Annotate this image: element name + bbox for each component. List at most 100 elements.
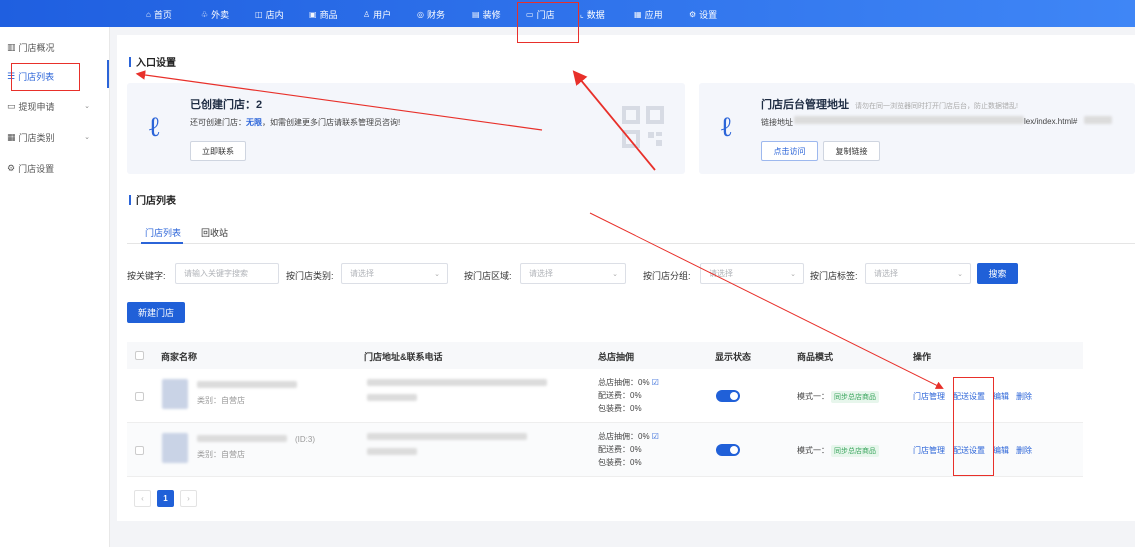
admin-url-card: ℓ 门店后台管理地址 请勿在同一浏览器同时打开门店后台，防止数据错乱! 链接地址 … xyxy=(699,83,1135,174)
nav-takeout[interactable]: ♧ 外卖 xyxy=(201,7,229,21)
store-category: 类别：自营店 xyxy=(197,450,245,459)
select-placeholder: 请选择 xyxy=(529,269,553,278)
nav-label: 用户 xyxy=(373,9,392,20)
annotation-box-delivery-settings xyxy=(953,377,994,476)
goods-mode-label: 模式一： xyxy=(797,446,829,455)
masked-address xyxy=(367,379,547,386)
delivery-fee: 配送费：0% xyxy=(598,445,642,454)
sidebar-item-withdraw[interactable]: ▭ 提现申请 ⌄ xyxy=(7,99,102,113)
gear-icon: ⚙ xyxy=(7,162,16,173)
contact-now-button[interactable]: 立即联系 xyxy=(190,141,246,161)
nav-apps[interactable]: ▦ 应用 xyxy=(634,7,663,21)
delete-link[interactable]: 删除 xyxy=(1016,445,1032,456)
sidebar: ▥ 门店概况 ☰ 门店列表 ▭ 提现申请 ⌄ ▦ 门店类别 ⌄ ⚙ 门店设置 xyxy=(0,27,110,547)
nav-label: 首页 xyxy=(153,9,172,20)
commission-text: 总店抽佣：0% xyxy=(598,432,650,441)
brand-logo-icon: ℓ xyxy=(149,110,160,143)
pager-next-button[interactable]: › xyxy=(180,490,197,507)
pack-fee: 包装费：0% xyxy=(598,404,642,413)
col-merchant-name: 商家名称 xyxy=(161,352,198,362)
pager-page-1[interactable]: 1 xyxy=(157,490,174,507)
pager-prev-button[interactable]: ‹ xyxy=(134,490,151,507)
tag-select[interactable]: 请选择 ⌄ xyxy=(865,263,971,284)
pack-fee: 包装费：0% xyxy=(598,458,642,467)
category-select[interactable]: 请选择 ⌄ xyxy=(341,263,448,284)
commission-value: 总店抽佣：0% ☑ xyxy=(598,377,659,388)
masked-store-name xyxy=(197,381,297,388)
nav-user[interactable]: ♙ 用户 xyxy=(363,7,391,21)
masked-address xyxy=(367,433,527,440)
chevron-down-icon: ⌄ xyxy=(84,103,90,110)
search-button[interactable]: 搜索 xyxy=(977,263,1018,284)
text-highlight: 无限 xyxy=(246,118,262,127)
row-checkbox[interactable] xyxy=(135,392,144,401)
delete-link[interactable]: 删除 xyxy=(1016,391,1032,402)
section-title-text: 入口设置 xyxy=(136,58,176,69)
section-title-text: 门店列表 xyxy=(136,196,176,207)
active-tab-underline xyxy=(141,242,183,244)
masked-phone xyxy=(367,448,417,455)
nav-label: 装修 xyxy=(482,9,501,20)
list-section-title: 门店列表 xyxy=(129,192,176,207)
select-placeholder: 请选择 xyxy=(709,269,733,278)
brand-logo-icon: ℓ xyxy=(721,110,732,143)
display-status-toggle[interactable] xyxy=(716,444,740,456)
nav-home[interactable]: ⌂ 首页 xyxy=(146,7,172,21)
nav-label: 店内 xyxy=(265,9,284,20)
sidebar-item-label: 提现申请 xyxy=(18,101,55,112)
user-icon: ♙ xyxy=(363,9,371,19)
finance-icon: ◎ xyxy=(417,9,424,19)
goods-mode-label: 模式一： xyxy=(797,392,829,401)
visit-link-button[interactable]: 点击访问 xyxy=(761,141,818,161)
edit-link[interactable]: 编辑 xyxy=(993,445,1009,456)
sidebar-item-settings[interactable]: ⚙ 门店设置 xyxy=(7,161,102,175)
store-manage-link[interactable]: 门店管理 xyxy=(913,391,945,402)
select-placeholder: 请选择 xyxy=(350,269,374,278)
store-manage-link[interactable]: 门店管理 xyxy=(913,445,945,456)
created-stores-title: 已创建门店：2 xyxy=(190,99,263,111)
select-all-checkbox[interactable] xyxy=(135,351,144,360)
nav-label: 设置 xyxy=(699,9,718,20)
copy-link-button[interactable]: 复制链接 xyxy=(823,141,880,161)
annotation-box-sidebar-list xyxy=(11,63,80,91)
area-select[interactable]: 请选择 ⌄ xyxy=(520,263,626,284)
goods-mode-tag: 同步总店商品 xyxy=(831,445,879,457)
tab-recycle-bin[interactable]: 回收站 xyxy=(201,226,228,239)
nav-decorate[interactable]: ▤ 装修 xyxy=(472,7,501,21)
nav-label: 外卖 xyxy=(211,9,230,20)
sidebar-item-label: 门店类别 xyxy=(18,132,55,143)
nav-label: 应用 xyxy=(644,9,663,20)
group-filter-label: 按门店分组: xyxy=(643,271,691,281)
keyword-search-input[interactable]: 请输入关键字搜索 xyxy=(175,263,279,284)
sidebar-item-category[interactable]: ▦ 门店类别 ⌄ xyxy=(7,130,102,144)
entry-section-title: 入口设置 xyxy=(129,54,176,69)
nav-finance[interactable]: ◎ 财务 xyxy=(417,7,445,21)
store-id: (ID:3) xyxy=(295,435,315,444)
col-display-status: 显示状态 xyxy=(715,352,752,362)
table-row: 类别：自营店 总店抽佣：0% ☑ 配送费：0% 包装费：0% 模式一： 同步总店… xyxy=(127,369,1083,423)
chevron-down-icon: ⌄ xyxy=(434,270,440,278)
row-checkbox[interactable] xyxy=(135,446,144,455)
qr-code-icon xyxy=(622,106,664,148)
select-placeholder: 请选择 xyxy=(874,269,898,278)
admin-url-warning: 请勿在同一浏览器同时打开门店后台，防止数据错乱! xyxy=(855,103,1018,110)
settings-icon: ⚙ xyxy=(689,9,697,19)
group-select[interactable]: 请选择 ⌄ xyxy=(700,263,804,284)
text-suffix: ，如需创建更多门店请联系管理员咨询! xyxy=(262,118,401,127)
col-address-phone: 门店地址&联系电话 xyxy=(364,352,443,362)
nav-data[interactable]: ⌞ 数据 xyxy=(580,7,605,21)
goods-mode-tag: 同步总店商品 xyxy=(831,391,879,403)
sidebar-item-overview[interactable]: ▥ 门店概况 xyxy=(7,40,102,54)
nav-instore[interactable]: ◫ 店内 xyxy=(255,7,284,21)
edit-icon[interactable]: ☑ xyxy=(652,378,659,387)
nav-settings[interactable]: ⚙ 设置 xyxy=(689,7,717,21)
nav-goods[interactable]: ▣ 商品 xyxy=(309,7,338,21)
new-store-button[interactable]: 新建门店 xyxy=(127,302,185,323)
edit-link[interactable]: 编辑 xyxy=(993,391,1009,402)
admin-url-title: 门店后台管理地址 请勿在同一浏览器同时打开门店后台，防止数据错乱! xyxy=(761,96,1018,112)
masked-url-tail xyxy=(1084,116,1112,124)
display-status-toggle[interactable] xyxy=(716,390,740,402)
takeout-icon: ♧ xyxy=(201,9,209,19)
edit-icon[interactable]: ☑ xyxy=(652,432,659,441)
tab-store-list[interactable]: 门店列表 xyxy=(145,226,181,239)
